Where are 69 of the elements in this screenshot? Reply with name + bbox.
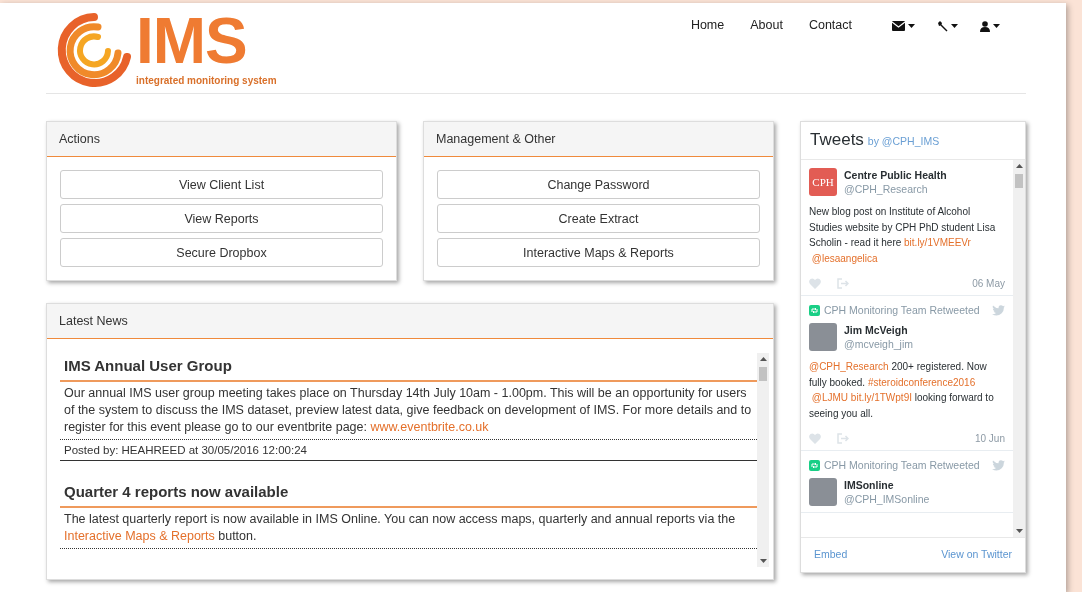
panel-title: Latest News bbox=[59, 314, 128, 328]
caret-icon bbox=[951, 24, 958, 28]
retweet-icon bbox=[809, 304, 820, 316]
author-name[interactable]: Centre Public Health bbox=[844, 169, 947, 181]
scrollbar[interactable] bbox=[1013, 160, 1025, 537]
action-button[interactable]: Change Password bbox=[437, 170, 760, 199]
tweets-by-link[interactable]: by @CPH_IMS bbox=[867, 135, 940, 147]
logo-tagline: integrated monitoring system bbox=[136, 75, 277, 86]
tweet-text: New blog post on Institute of Alcohol Studies website by CPH PhD student Lisa Scholin - read it here bit.ly/1VMEEVr @lesaangelica bbox=[809, 205, 997, 266]
scroll-down-icon[interactable] bbox=[1015, 529, 1023, 533]
tweet-date[interactable]: 10 Jun bbox=[974, 433, 1005, 444]
action-button[interactable]: View Reports bbox=[60, 204, 383, 233]
retweet-label: CPH Monitoring Team Retweeted bbox=[824, 459, 980, 471]
share-icon[interactable] bbox=[837, 278, 849, 289]
envelope-icon bbox=[892, 21, 905, 31]
retweet-icon bbox=[809, 459, 820, 471]
panel-title: Management & Other bbox=[436, 132, 556, 146]
logo-title: IMS bbox=[136, 9, 247, 73]
heart-icon[interactable] bbox=[809, 433, 821, 444]
tweet-text: @CPH_Research 200+ registered. Now fully booked. #steroidconference2016 @LJMU bit.ly/1TWpt9I looking forward to seeing you all. bbox=[809, 359, 995, 421]
caret-icon bbox=[993, 24, 1000, 28]
wrench-icon bbox=[937, 20, 948, 32]
dropdown-button[interactable] bbox=[892, 18, 915, 34]
panel-title: Actions bbox=[59, 132, 100, 146]
bird-icon bbox=[992, 459, 1005, 471]
tweet-link[interactable]: @CPH_Research bbox=[809, 359, 889, 375]
posted-by-text: Posted by: HEAHREED at 30/05/2016 12:00:24 bbox=[64, 444, 307, 456]
avatar-placeholder[interactable] bbox=[809, 323, 837, 351]
scroll-up-icon[interactable] bbox=[759, 357, 767, 361]
tweets-title: Tweets bbox=[810, 130, 864, 150]
tweet-link[interactable]: bit.ly/1TWpt9I bbox=[850, 390, 912, 406]
scroll-thumb[interactable] bbox=[1015, 174, 1023, 188]
dropdown-button[interactable] bbox=[937, 18, 958, 34]
nav-link[interactable]: About bbox=[750, 18, 783, 32]
author-name[interactable]: IMSonline bbox=[844, 479, 930, 491]
scroll-up-icon[interactable] bbox=[1015, 164, 1023, 168]
scroll-down-icon[interactable] bbox=[759, 559, 767, 563]
news-heading: IMS Annual User Group bbox=[60, 353, 757, 382]
action-button[interactable]: Secure Dropbox bbox=[60, 238, 383, 267]
footer-link[interactable]: Embed bbox=[814, 548, 848, 560]
action-button[interactable]: Interactive Maps & Reports bbox=[437, 238, 760, 267]
tweet-link[interactable]: bit.ly/1VMEEVr bbox=[904, 235, 971, 251]
dropdown-button[interactable] bbox=[980, 18, 1000, 34]
nav-link[interactable]: Home bbox=[690, 18, 725, 32]
news-heading: Quarter 4 reports now available bbox=[60, 479, 757, 508]
author-handle[interactable]: @mcveigh_jim bbox=[844, 338, 913, 350]
caret-icon bbox=[908, 24, 915, 28]
user-icon bbox=[980, 20, 990, 32]
author-name[interactable]: Jim McVeigh bbox=[844, 324, 913, 336]
tweet-date[interactable]: 06 May bbox=[972, 278, 1005, 289]
avatar-logo[interactable]: CPH bbox=[809, 168, 837, 196]
bird-icon bbox=[992, 304, 1005, 316]
avatar-placeholder[interactable] bbox=[809, 478, 837, 506]
nav-link[interactable]: Contact bbox=[808, 18, 852, 32]
action-button[interactable]: Create Extract bbox=[437, 204, 760, 233]
author-handle[interactable]: @CPH_IMSonline bbox=[844, 493, 930, 505]
news-link[interactable]: www.eventbrite.co.uk bbox=[370, 420, 489, 434]
tweet-link[interactable]: @lesaangelica bbox=[811, 250, 878, 266]
author-handle[interactable]: @CPH_Research bbox=[844, 183, 947, 195]
retweet-label: CPH Monitoring Team Retweeted bbox=[824, 304, 980, 316]
action-button[interactable]: View Client List bbox=[60, 170, 383, 199]
news-link[interactable]: Interactive Maps & Reports bbox=[64, 529, 215, 543]
tweet-link[interactable]: #steroidconference2016 bbox=[867, 374, 976, 390]
scroll-thumb[interactable] bbox=[759, 367, 767, 381]
share-icon[interactable] bbox=[837, 433, 849, 444]
heart-icon[interactable] bbox=[809, 278, 821, 289]
footer-link[interactable]: View on Twitter bbox=[941, 548, 1012, 560]
tweet-link[interactable]: @LJMU bbox=[811, 390, 849, 406]
scrollbar[interactable] bbox=[757, 353, 769, 567]
